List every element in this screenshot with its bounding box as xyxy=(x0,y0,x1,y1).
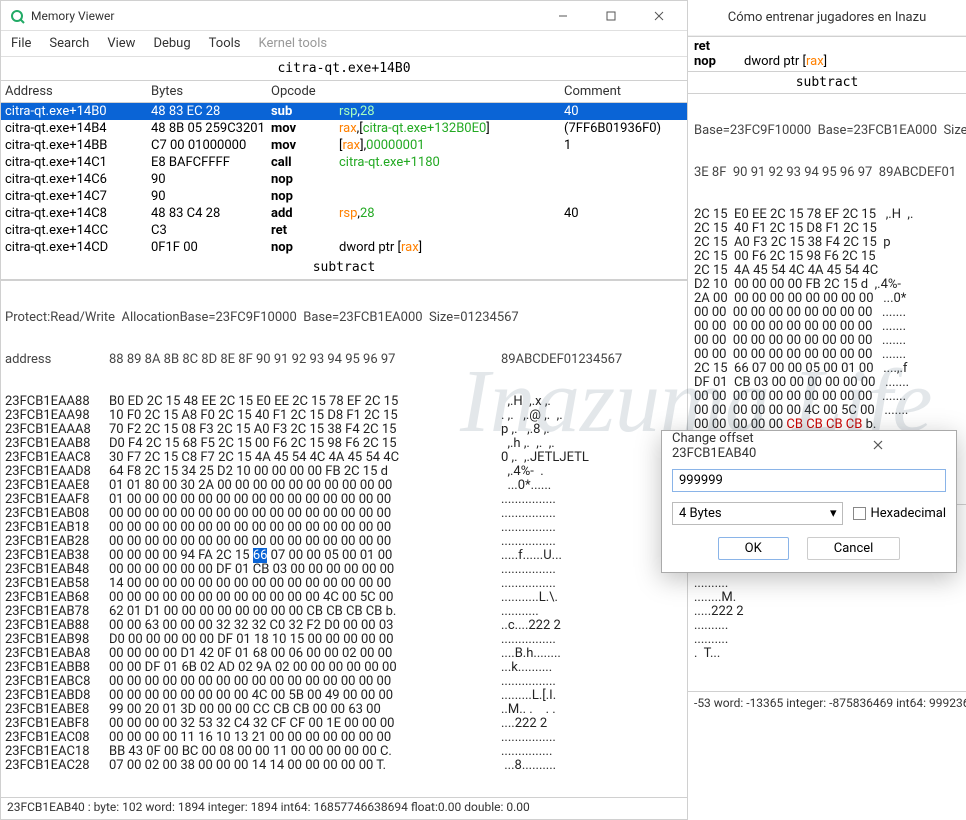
hex-row[interactable]: 23FCB1EAB7862 01 D1 00 00 00 00 00 00 00… xyxy=(5,605,683,619)
bg-hex-row: 2C 15 66 07 00 00 05 00 01 00 ....,.f xyxy=(694,362,964,376)
bg-hex-row: 2C 15 00 F6 2C 15 98 F6 2C 15 xyxy=(694,250,964,264)
hex-row[interactable]: 23FCB1EAB8800 00 63 00 00 00 32 32 32 C0… xyxy=(5,619,683,633)
ok-button[interactable]: OK xyxy=(718,537,789,560)
disasm-row[interactable]: citra-qt.exe+14B048 83 EC 28subrsp,2840 xyxy=(1,103,687,120)
col-opcode[interactable]: Opcode xyxy=(271,84,339,99)
minimize-button[interactable] xyxy=(543,2,583,30)
change-offset-dialog: Change offset 23FCB1EAB40 4 Bytes ▾ Hexa… xyxy=(661,430,957,573)
menu-file[interactable]: File xyxy=(11,36,31,51)
hex-row[interactable]: 23FCB1EABF800 00 00 00 32 53 32 C4 32 CF… xyxy=(5,717,683,731)
menubar: File Search View Debug Tools Kernel tool… xyxy=(1,31,687,57)
disasm-row[interactable]: citra-qt.exe+14C1E8 BAFCFFFFcallcitra-qt… xyxy=(1,154,687,171)
bg-hex-row: 00 00 00 00 00 00 00 00 00 00 ....... xyxy=(694,334,964,348)
hex-row[interactable]: 23FCB1EABC800 00 00 00 00 00 00 00 00 00… xyxy=(5,675,683,689)
hex-row[interactable]: 23FCB1EAB6800 00 00 00 00 00 00 00 00 00… xyxy=(5,591,683,605)
hex-row[interactable]: 23FCB1EAB98D0 00 00 00 00 00 DF 01 18 10… xyxy=(5,633,683,647)
hex-header-2: address 88 89 8A 8B 8C 8D 8E 8F 90 91 92… xyxy=(5,353,683,367)
bg-hex-row: 00 00 00 00 00 00 00 00 00 00 ....... xyxy=(694,306,964,320)
hex-row[interactable]: 23FCB1EAA88B0 ED 2C 15 48 EE 2C 15 E0 EE… xyxy=(5,395,683,409)
hex-row[interactable]: 23FCB1EAB2800 00 00 00 00 00 00 00 00 00… xyxy=(5,535,683,549)
col-args[interactable] xyxy=(339,84,564,99)
hex-row[interactable]: 23FCB1EAA9810 F0 2C 15 A8 F0 2C 15 40 F1… xyxy=(5,409,683,423)
checkbox-box xyxy=(853,507,866,520)
disasm-list[interactable]: citra-qt.exe+14B048 83 EC 28subrsp,2840c… xyxy=(1,103,687,256)
bg-hex-row: 2A 00 00 00 00 00 00 00 00 00 ...0* xyxy=(694,292,964,306)
disasm-row[interactable]: citra-qt.exe+14B448 8B 05 259C3201movrax… xyxy=(1,120,687,137)
disasm-section-title: citra-qt.exe+14B0 xyxy=(1,57,687,81)
bg-hex-row: D2 10 00 00 00 00 FB 2C 15 d ,.4%- xyxy=(694,278,964,292)
bg-args: dword ptr [rax] xyxy=(744,54,827,69)
menu-search[interactable]: Search xyxy=(49,36,89,51)
close-button[interactable] xyxy=(639,2,679,30)
hex-row[interactable]: 23FCB1EAB3800 00 00 00 94 FA 2C 15 66 07… xyxy=(5,549,683,563)
bg-page-title: Cómo entrenar jugadores en Inazu xyxy=(688,0,966,36)
memory-viewer-window: Memory Viewer File Search View Debug Too… xyxy=(0,0,688,820)
background-window: Cómo entrenar jugadores en Inazu ret nop… xyxy=(688,0,966,820)
hex-row[interactable]: 23FCB1EAB5814 00 00 00 00 00 00 00 00 00… xyxy=(5,577,683,591)
disasm-row[interactable]: citra-qt.exe+14C690nop xyxy=(1,171,687,188)
hex-row[interactable]: 23FCB1EABB800 00 DF 01 6B 02 AD 02 9A 02… xyxy=(5,661,683,675)
cancel-button[interactable]: Cancel xyxy=(807,537,901,560)
size-select[interactable]: 4 Bytes ▾ xyxy=(672,502,843,525)
hex-row[interactable]: 23FCB1EAAB8D0 F4 2C 15 68 F5 2C 15 00 F6… xyxy=(5,437,683,451)
disasm-row[interactable]: citra-qt.exe+14C848 83 C4 28addrsp,2840 xyxy=(1,205,687,222)
hex-row[interactable]: 23FCB1EAC18BB 43 0F 00 BC 00 08 00 00 11… xyxy=(5,745,683,759)
bg-hex-row: 2C 15 40 F1 2C 15 D8 F1 2C 15 xyxy=(694,222,964,236)
hex-header-1: Protect:Read/Write AllocationBase=23FC9F… xyxy=(5,311,683,325)
hex-row[interactable]: 23FCB1EAB0800 00 00 00 00 00 00 00 00 00… xyxy=(5,507,683,521)
titlebar[interactable]: Memory Viewer xyxy=(1,1,687,31)
hex-row[interactable]: 23FCB1EABA800 00 00 00 D1 42 0F 01 68 00… xyxy=(5,647,683,661)
disasm-header: Address Bytes Opcode Comment xyxy=(1,81,687,103)
dialog-close-button[interactable] xyxy=(809,439,946,454)
menu-debug[interactable]: Debug xyxy=(153,36,190,51)
bg-op-ret: ret xyxy=(694,39,744,54)
bg-hex-row: 00 00 00 00 00 00 00 00 00 00 ....... xyxy=(694,390,964,404)
hex-section-title: subtract xyxy=(1,256,687,280)
disasm-row[interactable]: citra-qt.exe+14CD0F1F 00nopdword ptr [ra… xyxy=(1,239,687,256)
bg-hex-row: 2C 15 4A 45 54 4C 4A 45 54 4C xyxy=(694,264,964,278)
disasm-row[interactable]: citra-qt.exe+14BBC7 00 01000000mov[rax],… xyxy=(1,137,687,154)
window-title: Memory Viewer xyxy=(31,9,543,23)
hex-row[interactable]: 23FCB1EABD800 00 00 00 00 00 00 00 4C 00… xyxy=(5,689,683,703)
hex-pane[interactable]: Protect:Read/Write AllocationBase=23FC9F… xyxy=(1,280,687,803)
offset-value-input[interactable] xyxy=(672,469,946,492)
hex-row[interactable]: 23FCB1EAC0800 00 00 00 11 16 10 13 21 00… xyxy=(5,731,683,745)
app-icon xyxy=(9,8,25,24)
hexadecimal-checkbox[interactable]: Hexadecimal xyxy=(853,506,946,521)
maximize-button[interactable] xyxy=(591,2,631,30)
hex-row[interactable]: 23FCB1EAB1800 00 00 00 00 00 00 00 00 00… xyxy=(5,521,683,535)
hex-row[interactable]: 23FCB1EABE899 00 20 01 3D 00 00 00 CC CB… xyxy=(5,703,683,717)
hex-row[interactable]: 23FCB1EAAF801 00 00 00 00 00 00 00 00 00… xyxy=(5,493,683,507)
menu-tools[interactable]: Tools xyxy=(209,36,241,51)
dialog-title-text: Change offset 23FCB1EAB40 xyxy=(672,431,809,461)
bg-hex-row: 00 00 00 00 00 00 00 00 00 00 ....... xyxy=(694,320,964,334)
bg-disasm: ret nopdword ptr [rax] xyxy=(688,36,966,72)
bg-statusbar: -53 word: -13365 integer: -875836469 int… xyxy=(688,691,966,714)
bg-hex-row: DF 01 CB 03 00 00 00 00 00 00 ....... xyxy=(694,376,964,390)
bg-section-title: subtract xyxy=(688,72,966,94)
bg-hex-row: 00 00 00 00 00 00 4C 00 5C 00 ....... xyxy=(694,404,964,418)
hex-row[interactable]: 23FCB1EAB4800 00 00 00 00 00 DF 01 CB 03… xyxy=(5,563,683,577)
bg-hex-row: 2C 15 E0 EE 2C 15 78 EF 2C 15 ,.H ,. xyxy=(694,208,964,222)
menu-view[interactable]: View xyxy=(107,36,135,51)
col-comment[interactable]: Comment xyxy=(564,84,683,99)
bg-hex-row: 00 00 00 00 00 00 00 00 00 00 ....... xyxy=(694,348,964,362)
hex-row[interactable]: 23FCB1EAAC830 F7 2C 15 C8 F7 2C 15 4A 45… xyxy=(5,451,683,465)
dialog-titlebar[interactable]: Change offset 23FCB1EAB40 xyxy=(662,431,956,461)
bg-op-nop: nop xyxy=(694,54,744,69)
disasm-row[interactable]: citra-qt.exe+14C790nop xyxy=(1,188,687,205)
hex-row[interactable]: 23FCB1EAAA870 F2 2C 15 08 F3 2C 15 A0 F3… xyxy=(5,423,683,437)
bg-hex-row: 2C 15 A0 F3 2C 15 38 F4 2C 15 p xyxy=(694,236,964,250)
chevron-down-icon: ▾ xyxy=(830,506,837,521)
col-address[interactable]: Address xyxy=(5,84,151,99)
statusbar: 23FCB1EAB40 : byte: 102 word: 1894 integ… xyxy=(1,797,687,819)
col-bytes[interactable]: Bytes xyxy=(151,84,271,99)
hex-row[interactable]: 23FCB1EAC2807 00 02 00 38 00 00 00 14 14… xyxy=(5,759,683,773)
hex-row[interactable]: 23FCB1EAAE801 01 80 00 30 2A 00 00 00 00… xyxy=(5,479,683,493)
menu-kernel-tools[interactable]: Kernel tools xyxy=(258,36,327,51)
hex-row[interactable]: 23FCB1EAAD864 F8 2C 15 34 25 D2 10 00 00… xyxy=(5,465,683,479)
disasm-row[interactable]: citra-qt.exe+14CCC3ret xyxy=(1,222,687,239)
